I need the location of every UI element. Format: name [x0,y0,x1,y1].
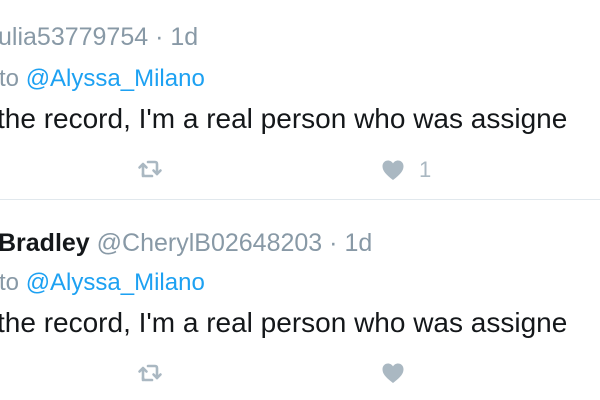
reply-context: to @Alyssa_Milano [0,267,205,299]
user-handle[interactable]: ulia53779754 [0,23,148,51]
like-button[interactable]: 1 [381,158,431,182]
header-separator: · [329,229,338,257]
retweet-icon [136,362,164,384]
reply-mention-link[interactable]: @Alyssa_Milano [26,65,205,92]
user-handle[interactable]: @CherylB02648203 [97,229,323,257]
tweet-timestamp[interactable]: 1d [344,229,372,257]
retweet-icon [136,158,164,180]
tweet-timestamp[interactable]: 1d [170,23,198,51]
retweet-button[interactable] [136,362,164,384]
display-name[interactable]: Bradley [0,229,90,257]
tweet-text: the record, I'm a real person who was as… [0,307,568,338]
reply-prefix: to [0,65,20,92]
tweet-header: ulia53779754 · 1d [0,20,198,54]
reply-context: to @Alyssa_Milano [0,63,205,95]
reply-prefix: to [0,269,20,296]
tweet-header: Bradley @CherylB02648203 · 1d [0,226,372,260]
heart-icon [381,159,405,181]
reply-mention-link[interactable]: @Alyssa_Milano [26,269,205,296]
header-separator: · [155,23,164,51]
tweet-card[interactable]: ulia53779754 · 1d to @Alyssa_Milano the … [0,0,600,200]
tweet-actions: 1 [0,150,600,190]
like-count: 1 [419,157,432,182]
tweet-feed: ulia53779754 · 1d to @Alyssa_Milano the … [0,0,600,400]
like-button[interactable] [381,362,419,384]
tweet-text: the record, I'm a real person who was as… [0,103,568,134]
tweet-actions [0,354,600,394]
tweet-card[interactable]: Bradley @CherylB02648203 · 1d to @Alyssa… [0,200,600,400]
retweet-button[interactable] [136,158,164,180]
heart-icon [381,362,405,384]
